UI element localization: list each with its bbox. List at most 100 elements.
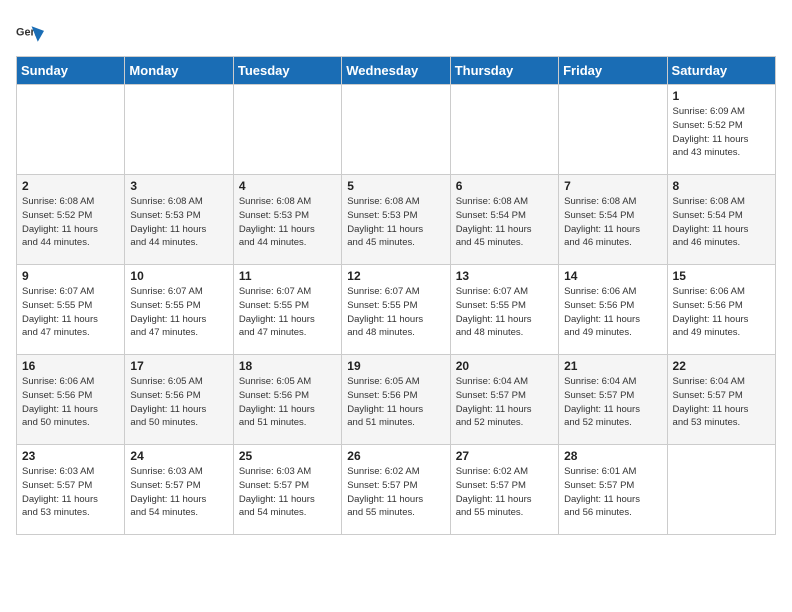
day-info: Sunrise: 6:07 AM Sunset: 5:55 PM Dayligh… xyxy=(456,285,553,340)
day-number: 11 xyxy=(239,269,336,283)
day-info: Sunrise: 6:03 AM Sunset: 5:57 PM Dayligh… xyxy=(239,465,336,520)
calendar-cell-w0d3 xyxy=(342,85,450,175)
calendar-cell-w3d1: 17 Sunrise: 6:05 AM Sunset: 5:56 PM Dayli… xyxy=(125,355,233,445)
logo: Gen xyxy=(16,20,46,48)
day-info: Sunrise: 6:03 AM Sunset: 5:57 PM Dayligh… xyxy=(130,465,227,520)
calendar-cell-w1d1: 3 Sunrise: 6:08 AM Sunset: 5:53 PM Daylig… xyxy=(125,175,233,265)
day-info: Sunrise: 6:07 AM Sunset: 5:55 PM Dayligh… xyxy=(22,285,119,340)
day-info: Sunrise: 6:07 AM Sunset: 5:55 PM Dayligh… xyxy=(347,285,444,340)
day-info: Sunrise: 6:01 AM Sunset: 5:57 PM Dayligh… xyxy=(564,465,661,520)
day-info: Sunrise: 6:08 AM Sunset: 5:54 PM Dayligh… xyxy=(673,195,770,250)
calendar-cell-w2d6: 15 Sunrise: 6:06 AM Sunset: 5:56 PM Dayli… xyxy=(667,265,775,355)
calendar-cell-w0d6: 1 Sunrise: 6:09 AM Sunset: 5:52 PM Daylig… xyxy=(667,85,775,175)
calendar-cell-w4d6 xyxy=(667,445,775,535)
calendar-cell-w1d0: 2 Sunrise: 6:08 AM Sunset: 5:52 PM Daylig… xyxy=(17,175,125,265)
calendar-cell-w3d6: 22 Sunrise: 6:04 AM Sunset: 5:57 PM Dayli… xyxy=(667,355,775,445)
weekday-header-saturday: Saturday xyxy=(667,57,775,85)
day-number: 5 xyxy=(347,179,444,193)
calendar-cell-w0d5 xyxy=(559,85,667,175)
calendar-table: SundayMondayTuesdayWednesdayThursdayFrid… xyxy=(16,56,776,535)
calendar-cell-w1d3: 5 Sunrise: 6:08 AM Sunset: 5:53 PM Daylig… xyxy=(342,175,450,265)
day-number: 23 xyxy=(22,449,119,463)
day-info: Sunrise: 6:08 AM Sunset: 5:54 PM Dayligh… xyxy=(456,195,553,250)
day-number: 18 xyxy=(239,359,336,373)
day-info: Sunrise: 6:04 AM Sunset: 5:57 PM Dayligh… xyxy=(673,375,770,430)
calendar-cell-w3d5: 21Sunrise: 6:04 AM Sunset: 5:57 PM Dayli… xyxy=(559,355,667,445)
calendar-cell-w1d6: 8 Sunrise: 6:08 AM Sunset: 5:54 PM Daylig… xyxy=(667,175,775,265)
day-number: 27 xyxy=(456,449,553,463)
calendar-cell-w2d1: 10 Sunrise: 6:07 AM Sunset: 5:55 PM Dayli… xyxy=(125,265,233,355)
day-info: Sunrise: 6:08 AM Sunset: 5:54 PM Dayligh… xyxy=(564,195,661,250)
day-info: Sunrise: 6:08 AM Sunset: 5:52 PM Dayligh… xyxy=(22,195,119,250)
day-number: 12 xyxy=(347,269,444,283)
day-number: 20 xyxy=(456,359,553,373)
day-info: Sunrise: 6:03 AM Sunset: 5:57 PM Dayligh… xyxy=(22,465,119,520)
weekday-header-thursday: Thursday xyxy=(450,57,558,85)
calendar-cell-w2d3: 12 Sunrise: 6:07 AM Sunset: 5:55 PM Dayli… xyxy=(342,265,450,355)
calendar-cell-w1d5: 7 Sunrise: 6:08 AM Sunset: 5:54 PM Daylig… xyxy=(559,175,667,265)
day-info: Sunrise: 6:04 AM Sunset: 5:57 PM Dayligh… xyxy=(456,375,553,430)
calendar-cell-w4d1: 24 Sunrise: 6:03 AM Sunset: 5:57 PM Dayli… xyxy=(125,445,233,535)
day-number: 26 xyxy=(347,449,444,463)
day-number: 15 xyxy=(673,269,770,283)
day-number: 14 xyxy=(564,269,661,283)
calendar-cell-w4d3: 26 Sunrise: 6:02 AM Sunset: 5:57 PM Dayli… xyxy=(342,445,450,535)
calendar-cell-w3d2: 18 Sunrise: 6:05 AM Sunset: 5:56 PM Dayli… xyxy=(233,355,341,445)
day-number: 3 xyxy=(130,179,227,193)
day-info: Sunrise: 6:08 AM Sunset: 5:53 PM Dayligh… xyxy=(239,195,336,250)
weekday-header-tuesday: Tuesday xyxy=(233,57,341,85)
calendar-cell-w2d5: 14 Sunrise: 6:06 AM Sunset: 5:56 PM Dayli… xyxy=(559,265,667,355)
weekday-header-monday: Monday xyxy=(125,57,233,85)
day-info: Sunrise: 6:07 AM Sunset: 5:55 PM Dayligh… xyxy=(239,285,336,340)
day-number: 28 xyxy=(564,449,661,463)
calendar-cell-w0d1 xyxy=(125,85,233,175)
day-number: 1 xyxy=(673,89,770,103)
calendar-cell-w3d0: 16 Sunrise: 6:06 AM Sunset: 5:56 PM Dayli… xyxy=(17,355,125,445)
calendar-cell-w4d5: 28 Sunrise: 6:01 AM Sunset: 5:57 PM Dayli… xyxy=(559,445,667,535)
logo-icon: Gen xyxy=(16,20,44,48)
day-number: 8 xyxy=(673,179,770,193)
calendar-cell-w4d4: 27 Sunrise: 6:02 AM Sunset: 5:57 PM Dayli… xyxy=(450,445,558,535)
weekday-header-friday: Friday xyxy=(559,57,667,85)
day-info: Sunrise: 6:08 AM Sunset: 5:53 PM Dayligh… xyxy=(130,195,227,250)
day-number: 25 xyxy=(239,449,336,463)
day-number: 19 xyxy=(347,359,444,373)
calendar-cell-w0d0 xyxy=(17,85,125,175)
day-info: Sunrise: 6:08 AM Sunset: 5:53 PM Dayligh… xyxy=(347,195,444,250)
day-info: Sunrise: 6:05 AM Sunset: 5:56 PM Dayligh… xyxy=(239,375,336,430)
day-number: 10 xyxy=(130,269,227,283)
day-info: Sunrise: 6:09 AM Sunset: 5:52 PM Dayligh… xyxy=(673,105,770,160)
weekday-header-sunday: Sunday xyxy=(17,57,125,85)
day-info: Sunrise: 6:06 AM Sunset: 5:56 PM Dayligh… xyxy=(564,285,661,340)
calendar-cell-w3d4: 20 Sunrise: 6:04 AM Sunset: 5:57 PM Dayli… xyxy=(450,355,558,445)
calendar-cell-w2d0: 9 Sunrise: 6:07 AM Sunset: 5:55 PM Daylig… xyxy=(17,265,125,355)
calendar-cell-w1d2: 4 Sunrise: 6:08 AM Sunset: 5:53 PM Daylig… xyxy=(233,175,341,265)
day-number: 16 xyxy=(22,359,119,373)
day-info: Sunrise: 6:02 AM Sunset: 5:57 PM Dayligh… xyxy=(456,465,553,520)
page-header: Gen xyxy=(16,16,776,48)
day-info: Sunrise: 6:07 AM Sunset: 5:55 PM Dayligh… xyxy=(130,285,227,340)
day-number: 6 xyxy=(456,179,553,193)
day-number: 22 xyxy=(673,359,770,373)
calendar-cell-w0d4 xyxy=(450,85,558,175)
day-number: 24 xyxy=(130,449,227,463)
weekday-header-wednesday: Wednesday xyxy=(342,57,450,85)
calendar-cell-w1d4: 6 Sunrise: 6:08 AM Sunset: 5:54 PM Daylig… xyxy=(450,175,558,265)
day-info: Sunrise: 6:06 AM Sunset: 5:56 PM Dayligh… xyxy=(673,285,770,340)
day-info: Sunrise: 6:02 AM Sunset: 5:57 PM Dayligh… xyxy=(347,465,444,520)
day-info: Sunrise: 6:05 AM Sunset: 5:56 PM Dayligh… xyxy=(347,375,444,430)
day-number: 17 xyxy=(130,359,227,373)
day-number: 13 xyxy=(456,269,553,283)
calendar-cell-w3d3: 19 Sunrise: 6:05 AM Sunset: 5:56 PM Dayli… xyxy=(342,355,450,445)
calendar-cell-w2d2: 11 Sunrise: 6:07 AM Sunset: 5:55 PM Dayli… xyxy=(233,265,341,355)
day-number: 7 xyxy=(564,179,661,193)
calendar-cell-w4d2: 25 Sunrise: 6:03 AM Sunset: 5:57 PM Dayli… xyxy=(233,445,341,535)
day-info: Sunrise: 6:05 AM Sunset: 5:56 PM Dayligh… xyxy=(130,375,227,430)
day-info: Sunrise: 6:04 AM Sunset: 5:57 PM Dayligh… xyxy=(564,375,661,430)
day-number: 9 xyxy=(22,269,119,283)
day-number: 4 xyxy=(239,179,336,193)
calendar-cell-w2d4: 13 Sunrise: 6:07 AM Sunset: 5:55 PM Dayli… xyxy=(450,265,558,355)
calendar-cell-w4d0: 23 Sunrise: 6:03 AM Sunset: 5:57 PM Dayli… xyxy=(17,445,125,535)
day-number: 2 xyxy=(22,179,119,193)
day-info: Sunrise: 6:06 AM Sunset: 5:56 PM Dayligh… xyxy=(22,375,119,430)
